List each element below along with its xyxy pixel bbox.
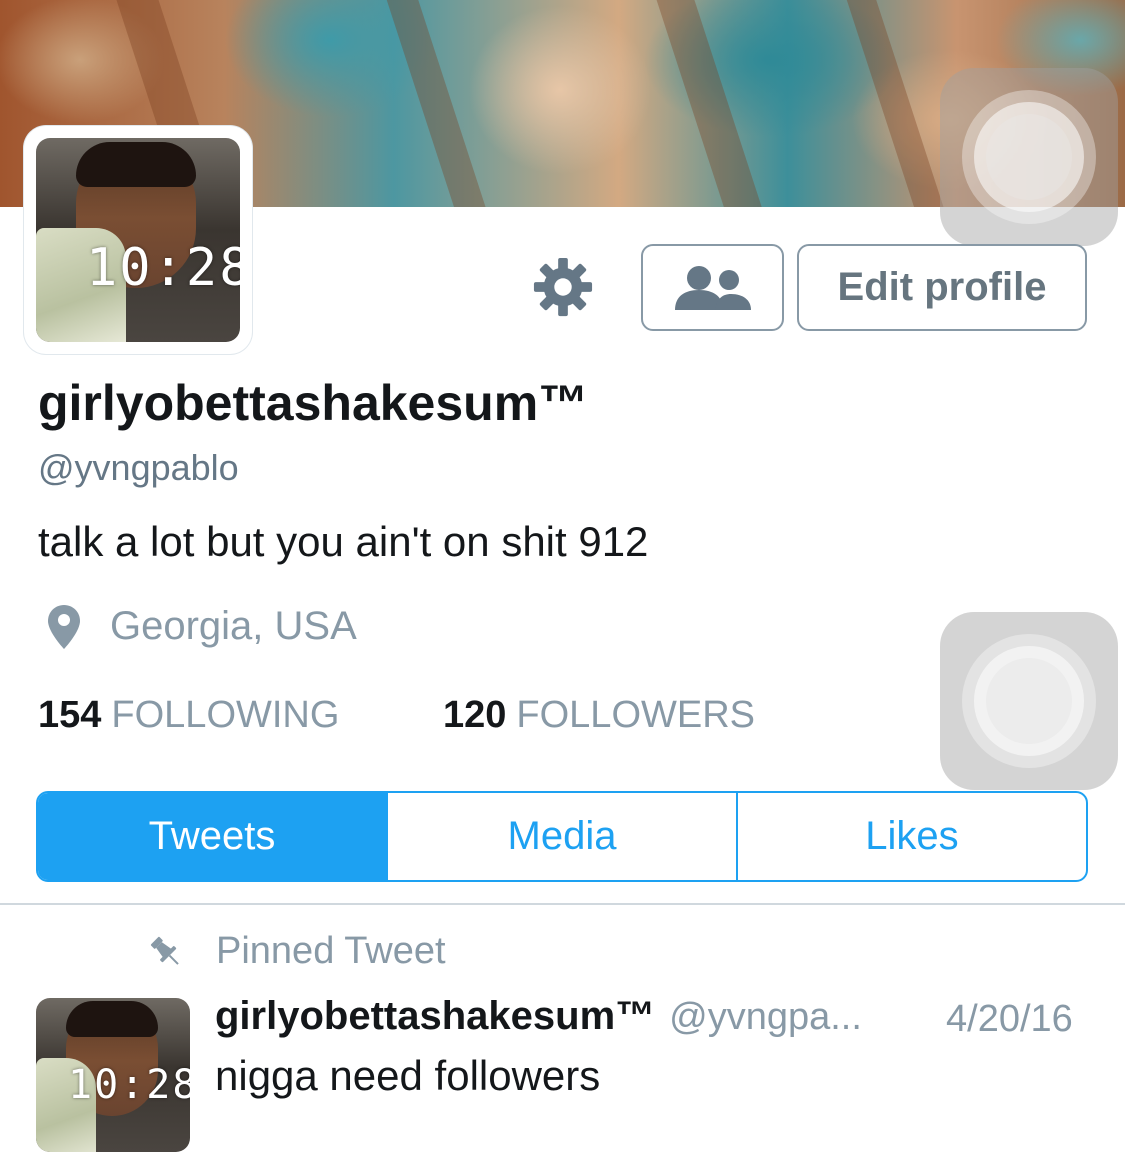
following-stat[interactable]: 154 FOLLOWING — [38, 694, 339, 737]
people-icon — [674, 265, 751, 310]
gear-icon[interactable] — [532, 256, 594, 318]
profile-avatar[interactable]: 10:28AM — [24, 126, 252, 354]
tab-media[interactable]: Media — [388, 793, 738, 880]
profile-bio: talk a lot but you ain't on shit 912 — [38, 518, 649, 565]
location-pin-icon — [48, 604, 80, 649]
tab-likes[interactable]: Likes — [738, 793, 1086, 880]
edit-profile-button[interactable]: Edit profile — [797, 244, 1087, 331]
people-button[interactable] — [641, 244, 784, 331]
pin-icon — [150, 936, 179, 965]
tweet-author-handle[interactable]: @yvngpa... — [669, 996, 862, 1038]
followers-label: FOLLOWERS — [516, 694, 756, 736]
avatar-photo: 10:28AM — [36, 138, 240, 342]
tab-tweets[interactable]: Tweets — [38, 793, 388, 880]
assistive-touch-button[interactable] — [940, 612, 1118, 790]
tweet-author-avatar[interactable]: 10:28 — [36, 998, 190, 1152]
location-text: Georgia, USA — [110, 604, 357, 648]
profile-display-name: girlyobettashakesum™ — [38, 375, 589, 431]
tweet-text[interactable]: nigga need followers — [215, 1052, 600, 1100]
following-count: 154 — [38, 694, 102, 736]
profile-tabs: Tweets Media Likes — [36, 791, 1088, 882]
edit-profile-label: Edit profile — [837, 265, 1047, 309]
profile-handle: @yvngpablo — [38, 447, 239, 488]
assistive-touch-button[interactable] — [940, 68, 1118, 246]
tweet-author-name[interactable]: girlyobettashakesum™ — [215, 994, 655, 1038]
following-label: FOLLOWING — [111, 694, 340, 736]
followers-count: 120 — [443, 694, 507, 736]
pinned-tweet-label: Pinned Tweet — [148, 930, 446, 973]
pinned-tweet-text: Pinned Tweet — [216, 930, 446, 972]
tweet-header: girlyobettashakesum™ @yvngpa... — [215, 994, 862, 1039]
tweet-date: 4/20/16 — [946, 998, 1073, 1040]
avatar-clock-overlay: 10:28AM — [86, 238, 240, 298]
tweet-avatar-clock: 10:28 — [68, 1062, 190, 1108]
followers-stat[interactable]: 120 FOLLOWERS — [443, 694, 755, 737]
profile-location: Georgia, USA — [48, 604, 357, 649]
section-divider — [0, 903, 1125, 905]
